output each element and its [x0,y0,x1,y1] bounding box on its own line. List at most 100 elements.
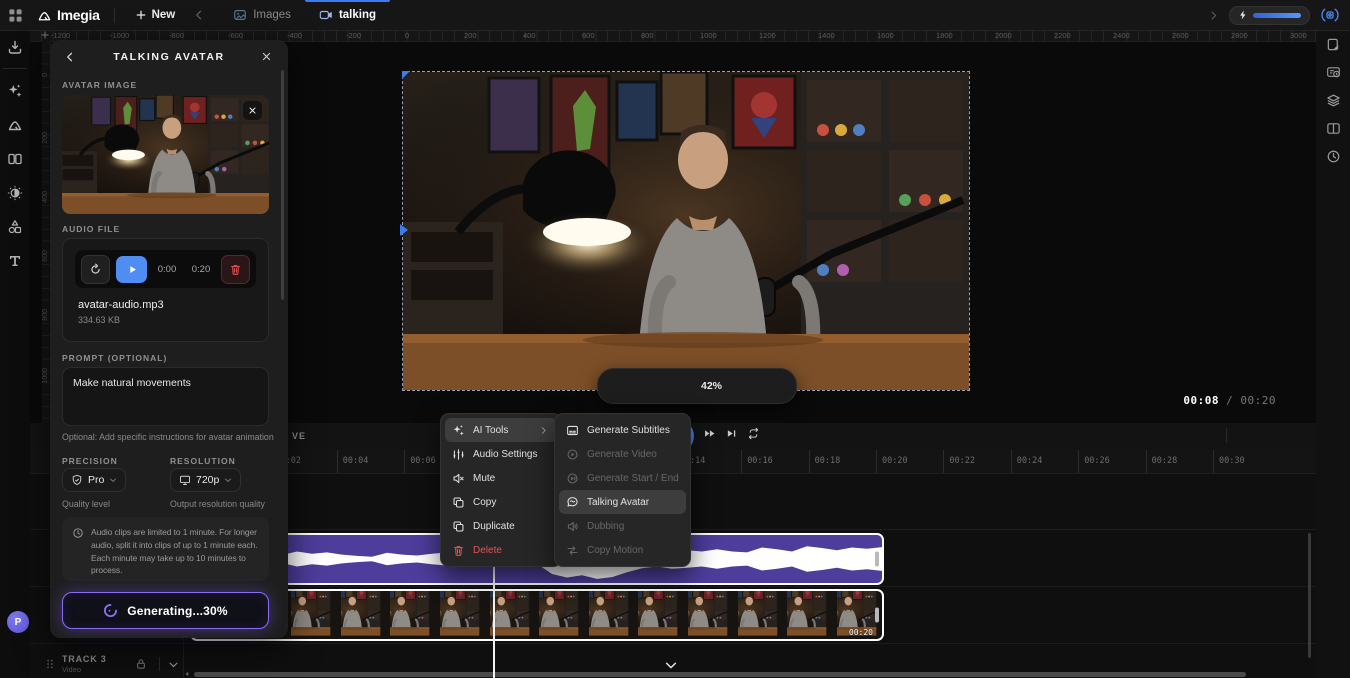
prompt-hint: Optional: Add specific instructions for … [62,432,274,442]
download-icon[interactable] [7,39,23,55]
precision-dropdown[interactable]: Pro [62,468,126,492]
menu-item[interactable]: Copy Motion [559,538,686,562]
toolbar-button[interactable] [0,210,30,244]
panel-scrollbar[interactable] [281,70,284,300]
delete-icon[interactable] [452,544,465,557]
prompt-input[interactable]: Make natural movements [62,367,269,426]
chevron-left-icon[interactable] [193,9,205,21]
dubbing-icon[interactable] [566,520,579,533]
processing-gear-icon[interactable] [1320,7,1340,23]
video-preview[interactable] [403,72,969,390]
menu-item[interactable]: Duplicate [445,514,557,538]
user-avatar[interactable]: P [7,611,29,633]
avatar-image-thumbnail[interactable] [62,95,269,214]
toolbar-button[interactable] [0,74,30,108]
toolbar-button[interactable] [0,176,30,210]
menu-item[interactable]: Delete [445,538,557,562]
brand-tool-icon[interactable] [7,117,23,133]
zoom-level[interactable]: 42% [701,380,722,392]
transport-button[interactable] [747,427,760,445]
ai-sparkles-icon[interactable] [7,83,23,99]
resolution-dropdown[interactable]: 720p [170,468,241,492]
skip-end-icon[interactable] [725,427,738,440]
adjust-icon[interactable] [7,185,23,201]
lock-icon[interactable] [135,658,147,670]
history-icon[interactable] [1326,149,1341,164]
credits-pill[interactable] [1229,6,1310,25]
clip-trim-handle[interactable] [875,608,879,623]
ai-sparkles-icon[interactable] [452,424,465,437]
collapse-timeline-icon[interactable] [663,658,679,672]
delete-audio-button[interactable] [221,255,250,284]
menu-item[interactable]: Talking Avatar [559,490,686,514]
notes-icon[interactable] [1326,37,1341,52]
scrollbar-thumb[interactable] [194,672,1246,677]
toolbar-button[interactable] [0,108,30,142]
vertical-scrollbar[interactable] [1308,533,1311,658]
media-pages-icon[interactable] [7,151,23,167]
talking-avatar-icon[interactable] [566,496,579,509]
play-icon [127,264,138,275]
restart-button[interactable] [81,255,110,284]
app-grid-icon[interactable] [8,8,23,23]
audio-settings-icon[interactable] [452,448,465,461]
video-clip[interactable]: 00:20 [190,589,884,641]
close-icon[interactable] [261,51,272,62]
fast-forward-icon[interactable] [703,427,716,440]
copy-icon[interactable] [452,496,465,509]
clip-trim-handle[interactable] [875,552,879,567]
loop-icon[interactable] [747,427,760,440]
toolbar-button[interactable] [0,142,30,176]
ruler-label: 0 [405,31,409,40]
menu-item[interactable]: Dubbing [559,514,686,538]
toolbar-button[interactable] [1316,114,1350,142]
split-view-icon[interactable] [1326,121,1341,136]
selection-corner-handle[interactable] [402,71,410,79]
text-tool-icon[interactable] [7,253,23,269]
ruler-label: 1400 [818,31,835,40]
menu-item[interactable]: Generate Start / End [559,466,686,490]
transport-button[interactable] [703,427,716,445]
ruler-plus-icon[interactable] [40,30,50,40]
scroll-left-icon[interactable] [183,670,191,678]
menu-item[interactable]: AI Tools [445,418,557,442]
menu-item[interactable]: Audio Settings [445,442,557,466]
selection-edge-handle[interactable] [400,224,408,236]
layers-icon[interactable] [1326,93,1341,108]
shapes-icon[interactable] [7,219,23,235]
tab-images[interactable]: Images [219,0,305,30]
ruler-label: 2000 [995,31,1012,40]
drag-handle-icon[interactable] [44,658,56,670]
menu-item[interactable]: Generate Subtitles [559,418,686,442]
play-button[interactable] [116,256,147,283]
horizontal-scrollbar[interactable] [183,670,1316,678]
logo[interactable]: Imegia [37,7,100,23]
precision-hint: Quality level [62,499,110,509]
remove-avatar-button[interactable] [243,101,262,120]
toolbar-button[interactable] [1316,86,1350,114]
track3-header[interactable]: TRACK 3 Video [30,650,183,678]
menu-item[interactable]: Copy [445,490,557,514]
media-history-icon[interactable] [1326,65,1341,80]
mute-icon[interactable] [452,472,465,485]
toolbar-button[interactable] [1316,142,1350,170]
chevron-right-icon[interactable] [1208,10,1219,21]
menu-item[interactable]: Mute [445,466,557,490]
chevron-down-icon[interactable] [168,659,179,670]
duplicate-icon[interactable] [452,520,465,533]
generate-video-icon[interactable] [566,448,579,461]
copy-motion-icon[interactable] [566,544,579,557]
menu-item[interactable]: Generate Video [559,442,686,466]
generate-button[interactable]: Generating...30% [62,592,269,629]
transport-button[interactable] [725,427,738,445]
ruler-label: -600 [228,31,243,40]
toolbar-button[interactable] [0,244,30,278]
generate-startend-icon[interactable] [566,472,579,485]
toolbar-button[interactable] [1316,58,1350,86]
toolbar-button[interactable] [0,30,30,64]
toolbar-button[interactable] [1316,30,1350,58]
subtitles-icon[interactable] [566,424,579,437]
tab-talking[interactable]: talking [305,0,390,30]
avatar-image-label: AVATAR IMAGE [62,80,137,90]
new-button[interactable]: New [127,5,184,25]
